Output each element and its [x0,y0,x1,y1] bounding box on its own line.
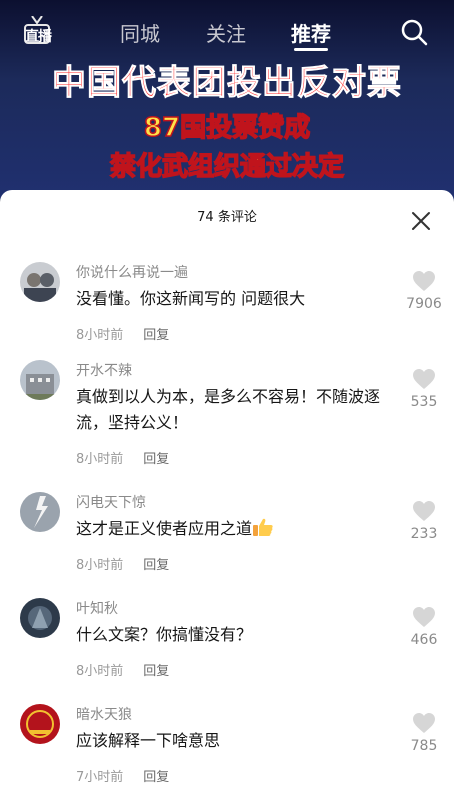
comment-text: 真做到以人为本，是多么不容易！不随波逐流，坚持公义！ [76,387,381,432]
comment-username[interactable]: 暗水天狼 [76,704,132,724]
thumbs-up-icon [253,518,273,536]
avatar[interactable] [20,704,60,744]
avatar[interactable] [20,492,60,532]
comments-count-title: 74 条评论 [197,210,257,225]
live-tv-icon[interactable]: 直播 [22,16,54,46]
comment-username[interactable]: 闪电天下惊 [76,492,146,512]
comment-time: 8小时前 [76,664,124,679]
live-label: 直播 [25,29,52,45]
like-button[interactable]: 785 [404,712,444,754]
like-button[interactable]: 535 [404,368,444,410]
like-count: 466 [410,632,438,648]
comment-meta: 8小时前 回复 [76,660,169,679]
avatar[interactable] [20,360,60,400]
comment-text: 应该解释一下啥意思 [76,731,221,750]
comment-time: 8小时前 [76,452,124,467]
tab-nearby[interactable]: 同城 [120,18,160,47]
like-button[interactable]: 233 [404,500,444,542]
heart-icon [413,607,435,627]
comment-username[interactable]: 叶知秋 [76,598,118,618]
video-headline-3: 禁化武组织通过决定 [109,151,345,183]
like-button[interactable]: 466 [404,606,444,648]
tab-recommended[interactable]: 推荐 [291,18,331,47]
like-count: 785 [410,738,438,754]
comment-time: 8小时前 [76,328,124,343]
comment-meta: 8小时前 回复 [76,324,169,343]
heart-icon [413,501,435,521]
reply-button[interactable]: 回复 [143,664,169,679]
like-count: 535 [410,394,438,410]
reply-button[interactable]: 回复 [143,452,169,467]
heart-icon [413,271,435,291]
comment-username[interactable]: 你说什么再说一遍 [76,262,188,282]
like-count: 233 [410,526,438,542]
reply-button[interactable]: 回复 [143,328,169,343]
comment-text: 什么文案？你搞懂没有？ [76,625,253,644]
video-headline-1: 中国代表团投出反对票 [52,63,402,104]
active-tab-indicator [294,48,328,51]
reply-button[interactable]: 回复 [143,558,169,573]
comment-text: 没看懂。你这新闻写的 问题很大 [76,289,306,308]
avatar[interactable] [20,598,60,638]
comment-time: 7小时前 [76,770,124,785]
comments-sheet: 74 条评论 你说什么再说一遍 没看懂。你这新闻写的 问题很大 8小时前 回复 7… [0,190,454,800]
comment-username[interactable]: 开水不辣 [76,360,132,380]
search-icon[interactable] [400,18,428,46]
avatar[interactable] [20,262,60,302]
comment-meta: 7小时前 回复 [76,766,169,785]
reply-button[interactable]: 回复 [143,770,169,785]
heart-icon [413,713,435,733]
comment-meta: 8小时前 回复 [76,554,169,573]
like-button[interactable]: 7906 [404,270,444,312]
tab-following[interactable]: 关注 [206,18,246,47]
comment-time: 8小时前 [76,558,124,573]
comment-text-body: 这才是正义使者应用之道 [76,519,253,538]
like-count: 7906 [406,296,442,312]
close-icon[interactable] [410,210,432,232]
comment-text: 这才是正义使者应用之道 [76,516,394,542]
video-headline-2: 87国投票赞成 [143,112,311,144]
comment-meta: 8小时前 回复 [76,448,169,467]
top-nav-bar: 直播 同城 关注 推荐 [0,0,454,62]
heart-icon [413,369,435,389]
